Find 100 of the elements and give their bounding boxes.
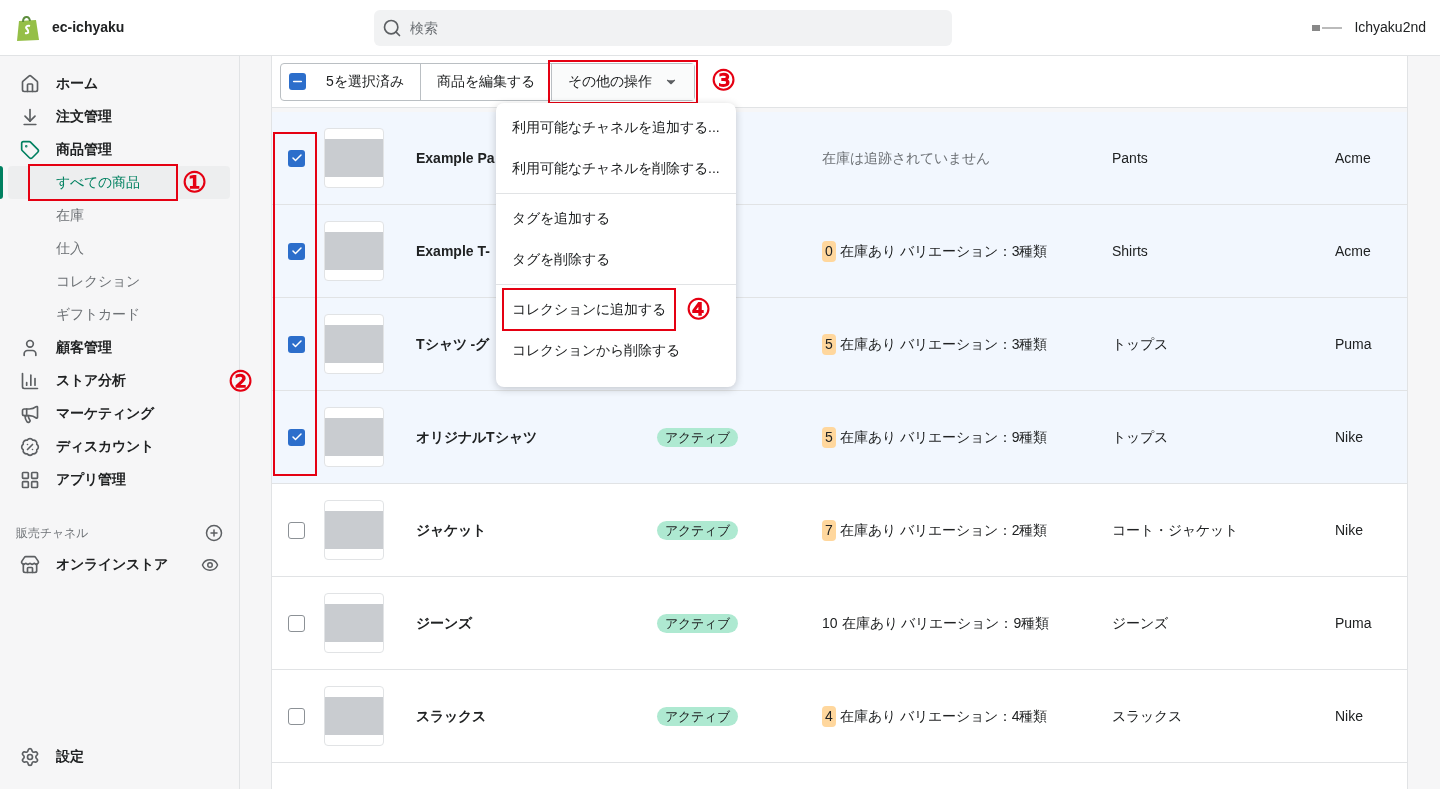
sidebar-item[interactable]: ディスカウント bbox=[8, 430, 231, 463]
photo-placeholder bbox=[324, 593, 384, 653]
product-row[interactable]: オリジナルTシャツ アクティブ 5 在庫あり バリエーション：9種類 トップス Nike bbox=[272, 391, 1407, 484]
percent-badge-icon bbox=[20, 436, 40, 457]
select-all-control[interactable]: 5を選択済み bbox=[281, 63, 421, 100]
status-badge: アクティブ bbox=[657, 520, 738, 540]
stock-count: 5 bbox=[822, 426, 836, 448]
stock-count: 10 bbox=[822, 613, 838, 633]
inventory-text: 在庫は追跡されていません bbox=[822, 148, 990, 168]
product-name[interactable]: ジーンズ bbox=[416, 614, 472, 631]
search-icon bbox=[382, 17, 402, 38]
inventory-text: 在庫あり バリエーション：9種類 bbox=[841, 613, 1050, 633]
sidebar-subitem[interactable]: 在庫 bbox=[8, 199, 230, 232]
sidebar-subitem[interactable]: すべての商品 ① bbox=[8, 166, 230, 199]
vendor-name: Nike bbox=[1335, 428, 1363, 445]
sidebar-item[interactable]: ホーム bbox=[8, 67, 231, 100]
product-type: トップス bbox=[1112, 428, 1168, 445]
check-icon bbox=[290, 245, 303, 257]
vendor-name: Puma bbox=[1335, 335, 1372, 352]
sidebar-item[interactable]: マーケティング bbox=[8, 397, 231, 430]
vendor-name: Nike bbox=[1335, 707, 1363, 724]
vendor-name: Acme bbox=[1335, 149, 1371, 166]
megaphone-icon bbox=[20, 403, 40, 424]
bar-chart-icon bbox=[20, 370, 40, 391]
inventory-text: 在庫あり バリエーション：2種類 bbox=[839, 520, 1048, 540]
home-icon bbox=[20, 73, 40, 94]
checkbox[interactable] bbox=[288, 521, 305, 539]
add-icon[interactable] bbox=[205, 524, 223, 542]
photo-placeholder bbox=[324, 686, 384, 746]
inventory-text: 在庫あり バリエーション：3種類 bbox=[839, 241, 1048, 261]
stock-count: 7 bbox=[822, 519, 836, 541]
stock-count: 4 bbox=[822, 705, 836, 727]
sidebar-subitem[interactable]: 仕入 bbox=[8, 232, 230, 265]
store-name: ec-ichyaku bbox=[52, 18, 125, 37]
sidebar-item[interactable]: オンラインストア bbox=[8, 548, 231, 581]
annotation-number: ④ bbox=[686, 295, 711, 324]
photo-placeholder bbox=[324, 407, 384, 467]
vendor-name: Acme bbox=[1335, 242, 1371, 259]
sidebar-subitem[interactable]: ギフトカード bbox=[8, 298, 230, 331]
checkbox[interactable] bbox=[288, 707, 305, 725]
menu-item[interactable]: タグを削除する bbox=[512, 249, 610, 270]
product-type: コート・ジャケット bbox=[1112, 521, 1238, 538]
check-icon bbox=[290, 152, 303, 164]
checkbox[interactable] bbox=[288, 242, 305, 260]
product-type: Pants bbox=[1112, 149, 1148, 166]
sidebar-item[interactable]: 商品管理 bbox=[8, 133, 231, 166]
check-icon bbox=[290, 338, 303, 350]
account-name[interactable]: Ichyaku2nd bbox=[1354, 17, 1426, 38]
sidebar-item[interactable]: アプリ管理 bbox=[8, 463, 231, 496]
annotation-number: ③ bbox=[710, 64, 736, 96]
inventory-text: 在庫あり バリエーション：4種類 bbox=[839, 706, 1048, 726]
photo-placeholder bbox=[324, 314, 384, 374]
checkbox[interactable] bbox=[288, 149, 305, 167]
annotation-number: ② bbox=[228, 366, 253, 397]
status-badge: アクティブ bbox=[657, 427, 738, 447]
product-type: スラックス bbox=[1112, 707, 1182, 724]
tag-icon bbox=[20, 139, 40, 160]
section-heading: 販売チャネル bbox=[16, 525, 88, 542]
check-icon bbox=[290, 431, 303, 443]
person-icon bbox=[20, 337, 40, 358]
checkbox[interactable] bbox=[288, 428, 305, 446]
sidebar-item[interactable]: 設定 bbox=[8, 740, 231, 773]
vendor-name: Puma bbox=[1335, 614, 1372, 631]
inventory-text: 在庫あり バリエーション：3種類 bbox=[839, 334, 1048, 354]
menu-item[interactable]: 利用可能なチャネルを追加する... bbox=[512, 117, 720, 138]
store-logo-icon bbox=[1312, 23, 1343, 32]
store-icon bbox=[20, 554, 40, 575]
product-type: Shirts bbox=[1112, 242, 1148, 259]
annotation-number: ① bbox=[182, 168, 207, 197]
settings-icon bbox=[20, 746, 40, 767]
sidebar-subitem[interactable]: コレクション bbox=[8, 265, 230, 298]
checkbox[interactable] bbox=[288, 335, 305, 353]
product-type: トップス bbox=[1112, 335, 1168, 352]
menu-item[interactable]: 利用可能なチャネルを削除する... bbox=[512, 158, 720, 179]
product-name[interactable]: スラックス bbox=[416, 707, 486, 724]
sidebar-item[interactable]: 注文管理 bbox=[8, 100, 231, 133]
inventory-text: 在庫あり バリエーション：9種類 bbox=[839, 427, 1048, 447]
stock-count: 0 bbox=[822, 240, 836, 262]
checkbox[interactable] bbox=[288, 614, 305, 632]
status-badge: アクティブ bbox=[657, 613, 738, 633]
product-name[interactable]: Example Pa bbox=[416, 149, 495, 166]
product-name[interactable]: Example T- bbox=[416, 242, 490, 259]
vendor-name: Nike bbox=[1335, 521, 1363, 538]
menu-item[interactable]: コレクションから削除する bbox=[512, 340, 680, 361]
product-name[interactable]: オリジナルTシャツ bbox=[416, 428, 537, 445]
product-name[interactable]: ジャケット bbox=[416, 521, 486, 538]
shopping-bag-logo-icon bbox=[16, 13, 40, 42]
photo-placeholder bbox=[324, 500, 384, 560]
status-badge: アクティブ bbox=[657, 706, 738, 726]
sidebar-item[interactable]: 顧客管理 bbox=[8, 331, 231, 364]
product-type: ジーンズ bbox=[1112, 614, 1168, 631]
menu-item[interactable]: タグを追加する bbox=[512, 208, 610, 229]
checkbox[interactable] bbox=[289, 73, 306, 90]
selected-indicator bbox=[0, 166, 3, 199]
product-name[interactable]: Tシャツ -グ bbox=[416, 335, 490, 352]
download-tray-icon bbox=[20, 106, 40, 127]
stock-count: 5 bbox=[822, 333, 836, 355]
photo-placeholder bbox=[324, 128, 384, 188]
photo-placeholder bbox=[324, 221, 384, 281]
search-field[interactable]: 検索 bbox=[374, 9, 952, 46]
